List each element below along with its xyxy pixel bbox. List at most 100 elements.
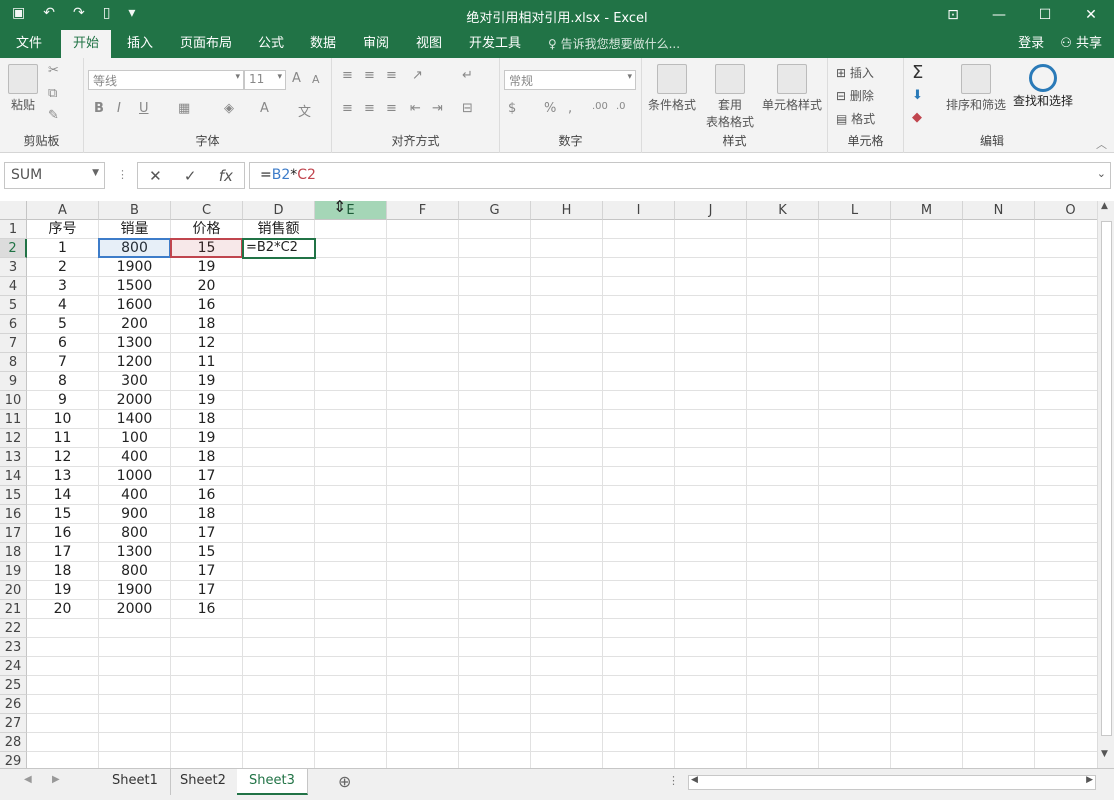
cell-b6[interactable]: 200 (99, 315, 171, 334)
cell-h17[interactable] (531, 524, 603, 543)
cell-i22[interactable] (603, 619, 675, 638)
cell-j22[interactable] (675, 619, 747, 638)
sort-filter-button[interactable]: 排序和筛选 (944, 64, 1008, 113)
cell-l24[interactable] (819, 657, 891, 676)
collapse-ribbon-icon[interactable]: ︿ (1096, 136, 1107, 152)
cell-i9[interactable] (603, 372, 675, 391)
cell-k16[interactable] (747, 505, 819, 524)
tab-page-layout[interactable]: 页面布局 (168, 30, 244, 58)
align-right-icon[interactable]: ≡ (386, 101, 397, 116)
cell-d21[interactable] (243, 600, 315, 619)
cell-d18[interactable] (243, 543, 315, 562)
cell-m1[interactable] (891, 220, 963, 239)
cell-g13[interactable] (459, 448, 531, 467)
tab-view[interactable]: 视图 (404, 30, 454, 58)
cell-d7[interactable] (243, 334, 315, 353)
cell-a11[interactable]: 10 (27, 410, 99, 429)
cell-i13[interactable] (603, 448, 675, 467)
fill-icon[interactable]: ⬇ (912, 88, 923, 103)
cell-f28[interactable] (387, 733, 459, 752)
tab-file[interactable]: 文件 (4, 30, 54, 58)
column-header-e[interactable]: E (315, 201, 387, 220)
cell-e1[interactable] (315, 220, 387, 239)
cell-a3[interactable]: 2 (27, 258, 99, 277)
cell-f9[interactable] (387, 372, 459, 391)
cell-i24[interactable] (603, 657, 675, 676)
cell-l20[interactable] (819, 581, 891, 600)
cell-h13[interactable] (531, 448, 603, 467)
percent-icon[interactable]: % (544, 101, 556, 116)
cell-a26[interactable] (27, 695, 99, 714)
cell-n26[interactable] (963, 695, 1035, 714)
cell-g27[interactable] (459, 714, 531, 733)
cell-b25[interactable] (99, 676, 171, 695)
cell-f10[interactable] (387, 391, 459, 410)
cell-n2[interactable] (963, 239, 1035, 258)
cell-l26[interactable] (819, 695, 891, 714)
column-header-b[interactable]: B (99, 201, 171, 220)
cell-i6[interactable] (603, 315, 675, 334)
column-header-f[interactable]: F (387, 201, 459, 220)
cell-i26[interactable] (603, 695, 675, 714)
cell-h5[interactable] (531, 296, 603, 315)
cell-i10[interactable] (603, 391, 675, 410)
cell-d25[interactable] (243, 676, 315, 695)
cell-i18[interactable] (603, 543, 675, 562)
sheet-tab-sheet3[interactable]: Sheet3 (237, 769, 308, 795)
cell-l14[interactable] (819, 467, 891, 486)
cell-k1[interactable] (747, 220, 819, 239)
cell-i4[interactable] (603, 277, 675, 296)
cell-e3[interactable] (315, 258, 387, 277)
cell-l7[interactable] (819, 334, 891, 353)
cell-i5[interactable] (603, 296, 675, 315)
cell-h6[interactable] (531, 315, 603, 334)
cell-l28[interactable] (819, 733, 891, 752)
ribbon-display-icon[interactable]: ⊡ (930, 0, 976, 30)
cell-j8[interactable] (675, 353, 747, 372)
cell-d14[interactable] (243, 467, 315, 486)
cell-n15[interactable] (963, 486, 1035, 505)
cell-i11[interactable] (603, 410, 675, 429)
cell-b8[interactable]: 1200 (99, 353, 171, 372)
cell-g25[interactable] (459, 676, 531, 695)
format-as-table-button[interactable]: 套用 表格格式 (702, 64, 758, 130)
cell-f20[interactable] (387, 581, 459, 600)
cell-c14[interactable]: 17 (171, 467, 243, 486)
align-left-icon[interactable]: ≡ (342, 101, 353, 116)
cell-g7[interactable] (459, 334, 531, 353)
cell-e27[interactable] (315, 714, 387, 733)
cell-c28[interactable] (171, 733, 243, 752)
cell-b28[interactable] (99, 733, 171, 752)
cell-j16[interactable] (675, 505, 747, 524)
cell-l21[interactable] (819, 600, 891, 619)
cell-e21[interactable] (315, 600, 387, 619)
align-top-icon[interactable]: ≡ (342, 68, 353, 83)
cell-h15[interactable] (531, 486, 603, 505)
cell-c18[interactable]: 15 (171, 543, 243, 562)
cell-m10[interactable] (891, 391, 963, 410)
cell-a8[interactable]: 7 (27, 353, 99, 372)
enter-icon[interactable]: ✓ (184, 167, 197, 185)
comma-icon[interactable]: , (568, 101, 572, 116)
cell-d24[interactable] (243, 657, 315, 676)
cell-h21[interactable] (531, 600, 603, 619)
cell-d5[interactable] (243, 296, 315, 315)
cell-k13[interactable] (747, 448, 819, 467)
cell-n11[interactable] (963, 410, 1035, 429)
cell-h11[interactable] (531, 410, 603, 429)
cell-j13[interactable] (675, 448, 747, 467)
increase-decimal-icon[interactable]: .00 (592, 101, 608, 112)
cell-n3[interactable] (963, 258, 1035, 277)
row-header-24[interactable]: 24 (0, 657, 27, 676)
cell-d11[interactable] (243, 410, 315, 429)
cell-i21[interactable] (603, 600, 675, 619)
column-header-i[interactable]: I (603, 201, 675, 220)
cell-e20[interactable] (315, 581, 387, 600)
cell-c23[interactable] (171, 638, 243, 657)
cell-h9[interactable] (531, 372, 603, 391)
cell-c15[interactable]: 16 (171, 486, 243, 505)
cell-g12[interactable] (459, 429, 531, 448)
cell-k3[interactable] (747, 258, 819, 277)
cell-b23[interactable] (99, 638, 171, 657)
cell-e18[interactable] (315, 543, 387, 562)
